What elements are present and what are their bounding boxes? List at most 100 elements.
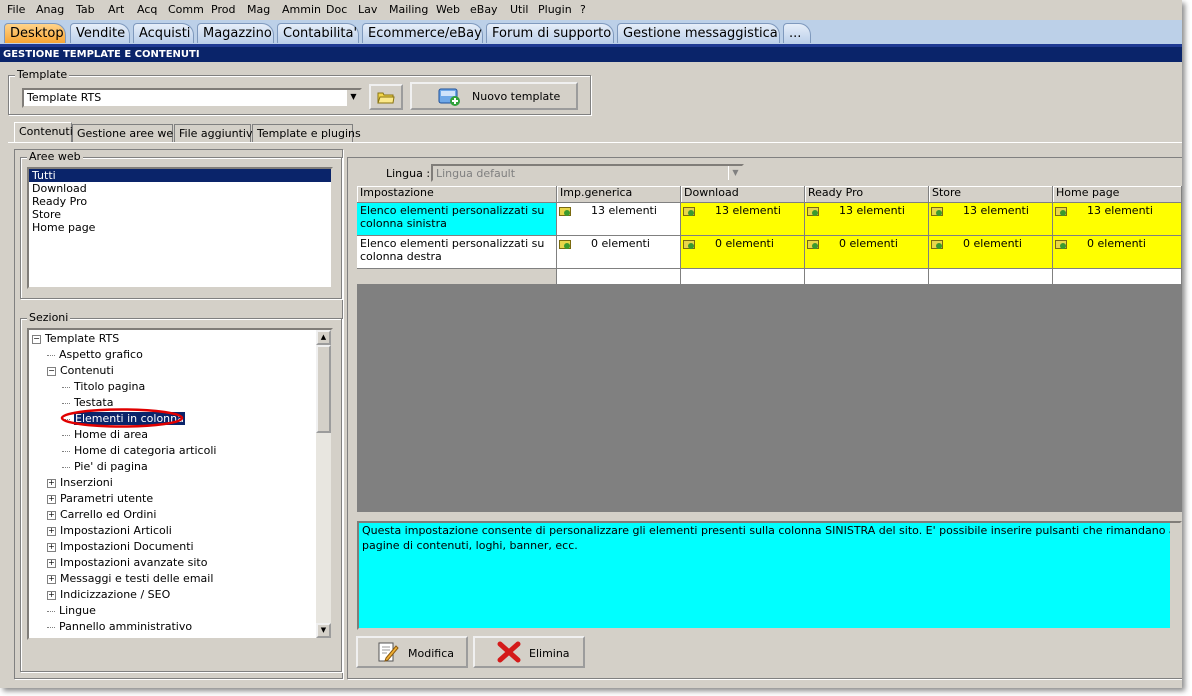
- folder-icon[interactable]: [559, 238, 572, 249]
- aree-web-item[interactable]: Download: [29, 182, 331, 195]
- tree-scrollbar[interactable]: ▲ ▼: [316, 330, 331, 638]
- menu-item-art[interactable]: Art: [108, 3, 124, 16]
- expand-icon[interactable]: +: [47, 526, 56, 536]
- tree-node[interactable]: + Carrello ed Ordini: [47, 507, 156, 523]
- tab-forum-di-supporto[interactable]: Forum di supporto: [486, 23, 614, 43]
- template-select[interactable]: Template RTS ▼: [22, 88, 362, 108]
- subtab-gestione-aree-web[interactable]: Gestione aree web: [72, 124, 180, 142]
- value-cell[interactable]: 0 elementi: [557, 236, 681, 269]
- expand-icon[interactable]: +: [47, 494, 56, 504]
- row-name-cell[interactable]: Elenco elementi personalizzati su colonn…: [357, 203, 557, 236]
- tree-node[interactable]: Titolo pagina: [62, 379, 145, 395]
- folder-icon[interactable]: [1055, 205, 1068, 216]
- menu-item-anag[interactable]: Anag: [36, 3, 64, 16]
- empty-cell[interactable]: [805, 269, 929, 285]
- column-header[interactable]: Home page: [1053, 186, 1182, 203]
- aree-web-item[interactable]: Home page: [29, 221, 331, 234]
- expand-icon[interactable]: +: [47, 478, 56, 488]
- value-cell[interactable]: 13 elementi: [929, 203, 1053, 236]
- scroll-thumb[interactable]: [316, 345, 331, 433]
- scroll-down-icon[interactable]: ▼: [316, 623, 331, 638]
- tab-[interactable]: ...: [783, 23, 811, 43]
- sezioni-tree[interactable]: ▲ ▼ − Template RTS Aspetto grafico − Contenu…: [27, 328, 333, 640]
- menu-item-[interactable]: ?: [580, 3, 586, 16]
- row-name-cell[interactable]: Elenco elementi personalizzati su colonn…: [357, 236, 557, 269]
- new-row-indicator[interactable]: [357, 269, 557, 285]
- column-header[interactable]: Ready Pro: [805, 186, 929, 203]
- chevron-down-icon[interactable]: ▼: [346, 90, 360, 106]
- tree-node[interactable]: + Indicizzazione / SEO: [47, 587, 170, 603]
- empty-cell[interactable]: [1053, 269, 1182, 285]
- folder-icon[interactable]: [559, 205, 572, 216]
- expand-icon[interactable]: +: [47, 590, 56, 600]
- tree-node[interactable]: + Inserzioni: [47, 475, 113, 491]
- expand-icon[interactable]: +: [47, 510, 56, 520]
- aree-web-item[interactable]: Ready Pro: [29, 195, 331, 208]
- tree-node[interactable]: Aspetto grafico: [47, 347, 143, 363]
- menu-item-util[interactable]: Util: [510, 3, 528, 16]
- tab-acquisti[interactable]: Acquisti: [133, 23, 194, 43]
- menu-item-prod[interactable]: Prod: [211, 3, 235, 16]
- menu-item-plugin[interactable]: Plugin: [538, 3, 572, 16]
- tree-node[interactable]: − Template RTS: [32, 331, 119, 347]
- folder-icon[interactable]: [931, 205, 944, 216]
- collapse-icon[interactable]: −: [32, 334, 41, 344]
- value-cell[interactable]: 0 elementi: [1053, 236, 1182, 269]
- empty-cell[interactable]: [929, 269, 1053, 285]
- tab-magazzino[interactable]: Magazzino: [197, 23, 274, 43]
- tab-ecommerce-ebay[interactable]: Ecommerce/eBay: [362, 23, 483, 43]
- lingua-select[interactable]: Lingua default ▼: [431, 164, 744, 182]
- description-scrollbar[interactable]: [1170, 523, 1182, 628]
- menu-item-mailing[interactable]: Mailing: [389, 3, 428, 16]
- tree-node[interactable]: Home di categoria articoli: [62, 443, 216, 459]
- tab-vendite[interactable]: Vendite: [70, 23, 130, 43]
- menu-item-mag[interactable]: Mag: [247, 3, 270, 16]
- tree-node[interactable]: Pie' di pagina: [62, 459, 148, 475]
- aree-web-item[interactable]: Store: [29, 208, 331, 221]
- menu-item-web[interactable]: Web: [436, 3, 460, 16]
- menu-item-ebay[interactable]: eBay: [470, 3, 498, 16]
- aree-web-item[interactable]: Tutti: [29, 169, 331, 182]
- column-header[interactable]: Impostazione: [357, 186, 557, 203]
- menu-item-file[interactable]: File: [7, 3, 25, 16]
- expand-icon[interactable]: +: [47, 574, 56, 584]
- value-cell[interactable]: 13 elementi: [805, 203, 929, 236]
- scroll-up-icon[interactable]: ▲: [316, 330, 331, 345]
- menu-item-comm[interactable]: Comm: [168, 3, 204, 16]
- subtab-file-aggiuntivi[interactable]: File aggiuntivi: [174, 124, 256, 142]
- column-header[interactable]: Store: [929, 186, 1053, 203]
- aree-web-list[interactable]: Tutti Download Ready Pro Store Home page: [27, 167, 333, 289]
- value-cell[interactable]: 0 elementi: [929, 236, 1053, 269]
- tree-node[interactable]: + Impostazioni Articoli: [47, 523, 172, 539]
- new-template-button[interactable]: Nuovo template: [410, 82, 578, 110]
- expand-icon[interactable]: +: [47, 542, 56, 552]
- folder-icon[interactable]: [683, 205, 696, 216]
- empty-cell[interactable]: [557, 269, 681, 285]
- value-cell[interactable]: 13 elementi: [681, 203, 805, 236]
- tab-gestione-messaggistica[interactable]: Gestione messaggistica: [617, 23, 780, 43]
- value-cell[interactable]: 0 elementi: [681, 236, 805, 269]
- empty-cell[interactable]: [681, 269, 805, 285]
- tree-node[interactable]: Lingue: [47, 603, 96, 619]
- tree-node[interactable]: + Messaggi e testi delle email: [47, 571, 213, 587]
- column-header[interactable]: Download: [681, 186, 805, 203]
- column-header[interactable]: Imp.generica: [557, 186, 681, 203]
- tab-contabilita[interactable]: Contabilita': [277, 23, 359, 43]
- menu-item-doc[interactable]: Doc: [326, 3, 347, 16]
- menu-item-lav[interactable]: Lav: [358, 3, 377, 16]
- collapse-icon[interactable]: −: [47, 366, 56, 376]
- value-cell[interactable]: 13 elementi: [557, 203, 681, 236]
- tree-node[interactable]: Home di area: [62, 427, 148, 443]
- modify-button[interactable]: Modifica: [356, 636, 468, 668]
- value-cell[interactable]: 0 elementi: [805, 236, 929, 269]
- open-folder-button[interactable]: [369, 84, 403, 110]
- value-cell[interactable]: 13 elementi: [1053, 203, 1182, 236]
- folder-icon[interactable]: [807, 205, 820, 216]
- subtab-template-e-plugins[interactable]: Template e plugins: [252, 124, 361, 142]
- folder-icon[interactable]: [1055, 238, 1068, 249]
- folder-icon[interactable]: [807, 238, 820, 249]
- menu-item-tab[interactable]: Tab: [76, 3, 95, 16]
- tree-node[interactable]: + Parametri utente: [47, 491, 153, 507]
- folder-icon[interactable]: [931, 238, 944, 249]
- tree-node[interactable]: Pannello amministrativo: [47, 619, 192, 635]
